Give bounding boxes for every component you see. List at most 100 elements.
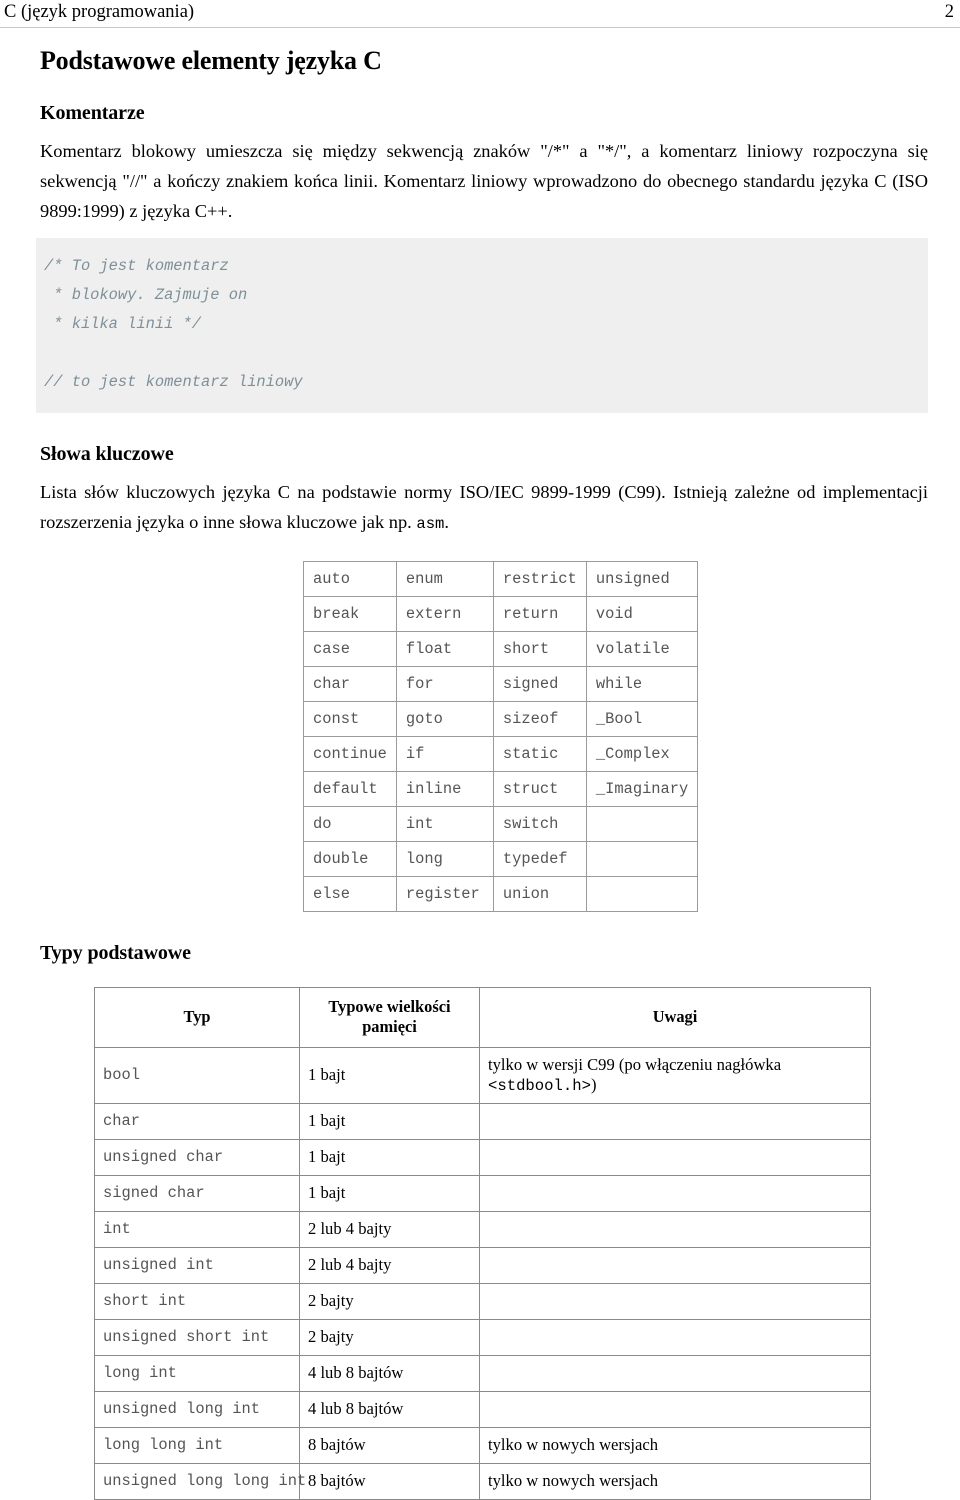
keywords-table-row: else register union [303,876,699,912]
types-table-row: signed char 1 bajt [94,1175,871,1212]
type-size-cell: 8 bajtów [299,1427,480,1464]
types-table-row: unsigned long long int 8 bajtów tylko w no… [94,1463,871,1500]
type-size-cell: 2 lub 4 bajty [299,1211,480,1248]
keyword-cell: typedef [492,841,587,877]
keywords-table-body: auto enum restrict unsigned break extern retur… [303,561,699,912]
type-note-text: tylko w nowych wersjach [488,1471,659,1490]
keyword-cell: unsigned [585,561,699,597]
keywords-table-row: const goto sizeof _Bool [303,701,699,737]
keywords-table-row: continue if static _Complex [303,736,699,772]
keyword-cell: goto [395,701,494,737]
keyword-cell: _Bool [585,701,699,737]
type-note-cell [479,1355,871,1392]
keyword-cell-empty [585,876,699,912]
type-note-cell [479,1391,871,1428]
keywords-table-row: auto enum restrict unsigned [303,561,699,597]
keywords-table-row: break extern return void [303,596,699,632]
keyword-cell: if [395,736,494,772]
keyword-cell: break [303,596,397,632]
keyword-cell: char [303,666,397,702]
keyword-cell: void [585,596,699,632]
type-name-cell: unsigned long long int [94,1463,306,1500]
header-divider [0,27,960,28]
types-table-row: char 1 bajt [94,1103,871,1140]
types-table-row: unsigned short int 2 bajty [94,1319,871,1356]
type-name-cell: long int [94,1355,300,1392]
type-note-text: tylko w nowych wersjach [488,1435,659,1454]
keywords-table-row: do int switch [303,806,699,842]
keywords-table-row: char for signed while [303,666,699,702]
keywords-table-row: double long typedef [303,841,699,877]
page-title: Podstawowe elementy języka C [40,46,382,75]
type-note-text-tail: ) [590,1075,597,1094]
type-note-cell [479,1283,871,1320]
paragraph-slowa-kluczowe: Lista słów kluczowych języka C na podsta… [40,477,928,539]
keyword-cell: float [395,631,494,667]
types-table-header-row: Typ Typowe wielkości pamięci Uwagi [94,987,871,1048]
type-note-text: tylko w wersji C99 (po włączeniu nagłówk… [488,1055,782,1074]
header-document-title: C (język programowania) [4,2,195,22]
type-note-cell [479,1211,871,1248]
type-size-cell: 1 bajt [299,1047,480,1104]
type-note-cell [479,1139,871,1176]
type-size-cell: 1 bajt [299,1139,480,1176]
types-table-row: unsigned long int 4 lub 8 bajtów [94,1391,871,1428]
type-name-cell: unsigned int [94,1247,300,1284]
page-header: C (język programowania) 2 [0,0,960,30]
keyword-cell: continue [303,736,397,772]
section-heading-komentarze: Komentarze [40,102,145,124]
keywords-table-row: default inline struct _Imaginary [303,771,699,807]
type-size-cell: 2 lub 4 bajty [299,1247,480,1284]
type-note-inline-code: <stdbool.h> [488,1077,591,1095]
type-note-cell: tylko w nowych wersjach [479,1427,871,1464]
types-column-header-uwagi: Uwagi [479,987,871,1048]
keyword-cell: extern [395,596,494,632]
keyword-cell: double [303,841,397,877]
paragraph-komentarze: Komentarz blokowy umieszcza się między s… [40,141,928,221]
keyword-cell: signed [492,666,587,702]
type-name-cell: unsigned long int [94,1391,300,1428]
type-note-cell [479,1247,871,1284]
types-table-row: unsigned char 1 bajt [94,1139,871,1176]
types-table-row: long int 4 lub 8 bajtów [94,1355,871,1392]
page-number: 2 [944,2,954,22]
keyword-cell: auto [303,561,397,597]
keyword-cell: for [395,666,494,702]
keywords-table: auto enum restrict unsigned break extern retur… [303,561,699,912]
type-note-cell: tylko w nowych wersjach [479,1463,871,1500]
paragraph-keywords-text-1: Lista słów kluczowych języka C na podsta… [40,482,928,532]
type-note-cell [479,1103,871,1140]
keyword-cell: inline [395,771,494,807]
keyword-cell: while [585,666,699,702]
keyword-cell: struct [492,771,587,807]
keyword-cell: long [395,841,494,877]
type-size-cell: 2 bajty [299,1283,480,1320]
types-column-header-typ: Typ [94,987,300,1048]
code-block-comments: /* To jest komentarz * blokowy. Zajmuje … [36,238,928,413]
types-column-header-rozmiar: Typowe wielkości pamięci [299,987,480,1048]
keywords-table-wrapper: auto enum restrict unsigned break extern retur… [36,561,928,912]
type-size-cell: 8 bajtów [299,1463,480,1500]
keyword-cell: _Imaginary [585,771,699,807]
type-size-cell: 1 bajt [299,1175,480,1212]
section-heading-slowa-kluczowe: Słowa kluczowe [40,443,174,465]
document-content: Podstawowe elementy języka C Komentarze … [36,46,928,1500]
keyword-cell: register [395,876,494,912]
types-table: Typ Typowe wielkości pamięci Uwagi bool 1… [94,987,871,1500]
keyword-cell: do [303,806,397,842]
keyword-cell: volatile [585,631,699,667]
keyword-cell: default [303,771,397,807]
types-table-row: unsigned int 2 lub 4 bajty [94,1247,871,1284]
types-table-body: bool 1 bajt tylko w wersji C99 (po włączen… [94,1047,871,1500]
inline-code-asm: asm [416,515,445,533]
keyword-cell: const [303,701,397,737]
types-table-row: int 2 lub 4 bajty [94,1211,871,1248]
types-table-row: long long int 8 bajtów tylko w nowych wers… [94,1427,871,1464]
type-name-cell: int [94,1211,300,1248]
keyword-cell: sizeof [492,701,587,737]
types-table-row: bool 1 bajt tylko w wersji C99 (po włączen… [94,1047,871,1104]
type-name-cell: signed char [94,1175,300,1212]
keyword-cell: switch [492,806,587,842]
type-note-cell [479,1319,871,1356]
keyword-cell: short [492,631,587,667]
